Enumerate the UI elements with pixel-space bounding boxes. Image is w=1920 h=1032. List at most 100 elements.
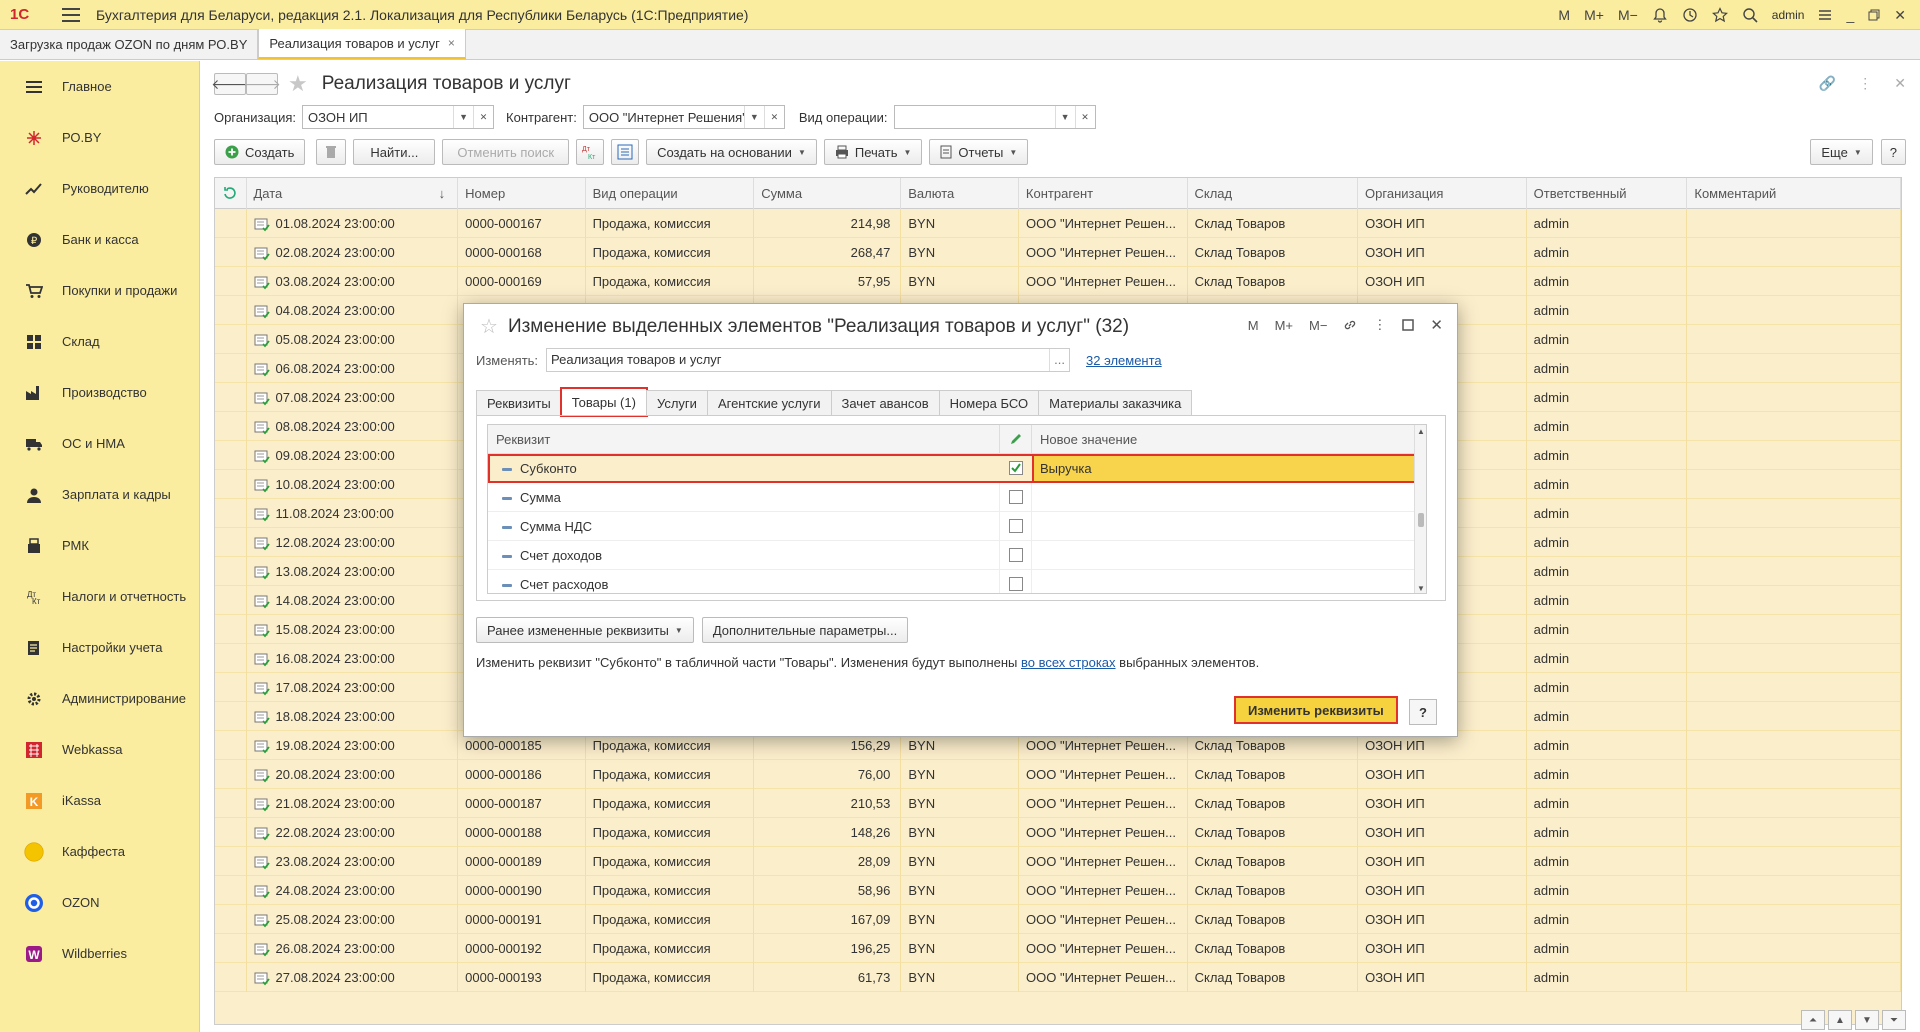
clear-icon[interactable]: ✕ — [473, 106, 493, 128]
star-icon[interactable] — [1711, 7, 1728, 23]
column-header[interactable]: Организация — [1358, 178, 1527, 209]
table-row[interactable]: 23.08.2024 23:00:00 0000-000189 Продажа, к… — [215, 847, 1901, 876]
close-form-icon[interactable]: ✕ — [1894, 75, 1906, 92]
new-value-cell[interactable] — [1032, 512, 1426, 541]
history-icon[interactable] — [1682, 7, 1698, 23]
user-name[interactable]: admin — [1772, 8, 1805, 22]
scroll-up-icon[interactable]: ▲ — [1828, 1010, 1852, 1030]
extra-params-button[interactable]: Дополнительные параметры... — [701, 617, 909, 643]
requisite-row[interactable]: Субконто Выручка — [488, 454, 1426, 483]
memory-m-plus-button[interactable]: M+ — [1275, 318, 1293, 333]
change-checkbox[interactable] — [1008, 519, 1023, 533]
sidebar-item-assets[interactable]: ОС и НМА — [0, 418, 199, 469]
forward-button[interactable]: 🡒 — [243, 73, 281, 95]
clear-icon[interactable]: ✕ — [1074, 106, 1095, 128]
more-button[interactable]: Еще ▼ — [1810, 139, 1873, 165]
change-checkbox[interactable] — [1008, 548, 1023, 562]
sidebar-item-kaffesta[interactable]: Каффеста — [0, 826, 199, 877]
tab-advance-offset[interactable]: Зачет авансов — [830, 390, 940, 416]
sidebar-item-purchases[interactable]: Покупки и продажи — [0, 265, 199, 316]
dt-kt-button[interactable]: Дт Кт — [576, 139, 605, 165]
column-header[interactable]: Ответственный — [1527, 178, 1688, 209]
change-checkbox[interactable] — [1008, 461, 1023, 475]
table-row[interactable]: 22.08.2024 23:00:00 0000-000188 Продажа, к… — [215, 818, 1901, 847]
memory-m-minus-button[interactable]: M− — [1309, 318, 1327, 333]
requisite-row[interactable]: Сумма НДС — [488, 512, 1426, 541]
optype-filter-field[interactable]: ▼ ✕ — [893, 105, 1096, 129]
column-header[interactable]: Контрагент — [1019, 178, 1188, 209]
tab-close-icon[interactable]: × — [448, 36, 455, 50]
sidebar-item-bank[interactable]: ₽ Банк и касса — [0, 214, 199, 265]
change-checkbox[interactable] — [1008, 490, 1023, 504]
change-object-field[interactable]: Реализация товаров и услуг ... — [546, 348, 1071, 372]
structure-button[interactable] — [611, 139, 640, 165]
refresh-icon[interactable] — [215, 178, 247, 209]
tab-services[interactable]: Услуги — [645, 390, 708, 416]
main-menu-icon[interactable] — [62, 7, 80, 22]
column-header[interactable]: Номер — [458, 178, 586, 209]
tab-requisites[interactable]: Реквизиты — [476, 390, 562, 416]
new-value-cell[interactable] — [1032, 570, 1426, 593]
tab-ozon-upload[interactable]: Загрузка продаж OZON по дням РО.BY — [0, 29, 259, 59]
more-actions-icon[interactable]: ⋮ — [1373, 317, 1386, 333]
back-button[interactable]: 🡐 — [211, 73, 249, 95]
table-row[interactable]: 03.08.2024 23:00:00 0000-000169 Продажа, к… — [215, 267, 1901, 296]
all-rows-link[interactable]: во всех строках — [1021, 655, 1116, 670]
new-value-cell[interactable] — [1032, 541, 1426, 570]
help-button[interactable]: ? — [1409, 699, 1437, 725]
link-icon[interactable] — [1343, 318, 1357, 332]
settings-menu-icon[interactable] — [1818, 8, 1832, 22]
tab-bso-numbers[interactable]: Номера БСО — [938, 390, 1040, 416]
requisite-row[interactable]: Счет расходов — [488, 570, 1426, 593]
delete-button[interactable] — [316, 139, 347, 165]
bell-icon[interactable] — [1652, 7, 1668, 23]
help-button[interactable]: ? — [1880, 139, 1906, 165]
tab-agent-services[interactable]: Агентские услуги — [706, 390, 832, 416]
scroll-bottom-icon[interactable]: ⏷ — [1882, 1010, 1906, 1030]
column-header[interactable]: Вид операции — [586, 178, 755, 209]
table-row[interactable]: 25.08.2024 23:00:00 0000-000191 Продажа, к… — [215, 905, 1901, 934]
memory-m-plus-button[interactable]: M+ — [1584, 7, 1604, 23]
reports-button[interactable]: Отчеты ▼ — [929, 139, 1029, 165]
favorite-star-icon[interactable]: ★ — [288, 71, 308, 97]
print-button[interactable]: Печать ▼ — [823, 139, 923, 165]
minimize-icon[interactable]: _ — [1846, 7, 1854, 23]
close-icon[interactable]: ✕ — [1894, 7, 1906, 24]
new-value-cell[interactable] — [1032, 483, 1426, 512]
sidebar-item-production[interactable]: Производство — [0, 367, 199, 418]
previously-changed-button[interactable]: Ранее измененные реквизиты ▼ — [476, 617, 694, 643]
table-row[interactable]: 02.08.2024 23:00:00 0000-000168 Продажа, к… — [215, 238, 1901, 267]
new-value-cell[interactable]: Выручка — [1032, 454, 1426, 483]
create-based-on-button[interactable]: Создать на основании ▼ — [646, 139, 817, 165]
memory-m-minus-button[interactable]: M− — [1618, 7, 1638, 23]
column-header-requisite[interactable]: Реквизит — [488, 425, 1000, 454]
favorite-star-icon[interactable]: ☆ — [480, 314, 498, 339]
org-filter-field[interactable]: ОЗОН ИП ▼ ✕ — [302, 105, 495, 129]
maximize-icon[interactable] — [1402, 319, 1415, 331]
clear-icon[interactable]: ✕ — [763, 106, 784, 128]
elements-count-link[interactable]: 32 элемента — [1086, 353, 1162, 368]
scroll-top-icon[interactable]: ⏶ — [1801, 1010, 1825, 1030]
contractor-filter-field[interactable]: ООО "Интернет Решения" ▼ ✕ — [582, 105, 785, 129]
link-icon[interactable]: 🔗 — [1819, 75, 1836, 92]
sidebar-item-admin[interactable]: Администрирование — [0, 673, 199, 724]
table-row[interactable]: 24.08.2024 23:00:00 0000-000190 Продажа, к… — [215, 876, 1901, 905]
table-row[interactable]: 21.08.2024 23:00:00 0000-000187 Продажа, к… — [215, 789, 1901, 818]
dropdown-icon[interactable]: ▼ — [453, 106, 473, 128]
table-row[interactable]: 01.08.2024 23:00:00 0000-000167 Продажа, к… — [215, 209, 1901, 238]
change-checkbox[interactable] — [1008, 577, 1023, 591]
column-header[interactable]: Комментарий — [1687, 178, 1901, 209]
scrollbar[interactable]: ▲ ▼ — [1414, 425, 1426, 593]
sidebar-item-warehouse[interactable]: Склад — [0, 316, 199, 367]
scroll-down-icon[interactable]: ▼ — [1855, 1010, 1879, 1030]
column-header-new-value[interactable]: Новое значение — [1032, 425, 1426, 454]
sidebar-item-wildberries[interactable]: W Wildberries — [0, 928, 199, 979]
memory-m-button[interactable]: M — [1248, 318, 1259, 333]
column-header[interactable]: Дата ↓ — [247, 178, 459, 209]
requisite-row[interactable]: Сумма — [488, 483, 1426, 512]
sidebar-item-ikassa[interactable]: KiKassa — [0, 775, 199, 826]
search-icon[interactable] — [1742, 7, 1758, 23]
table-row[interactable]: 20.08.2024 23:00:00 0000-000186 Продажа, к… — [215, 760, 1901, 789]
apply-changes-button[interactable]: Изменить реквизиты — [1234, 696, 1398, 724]
memory-m-button[interactable]: M — [1558, 7, 1570, 23]
